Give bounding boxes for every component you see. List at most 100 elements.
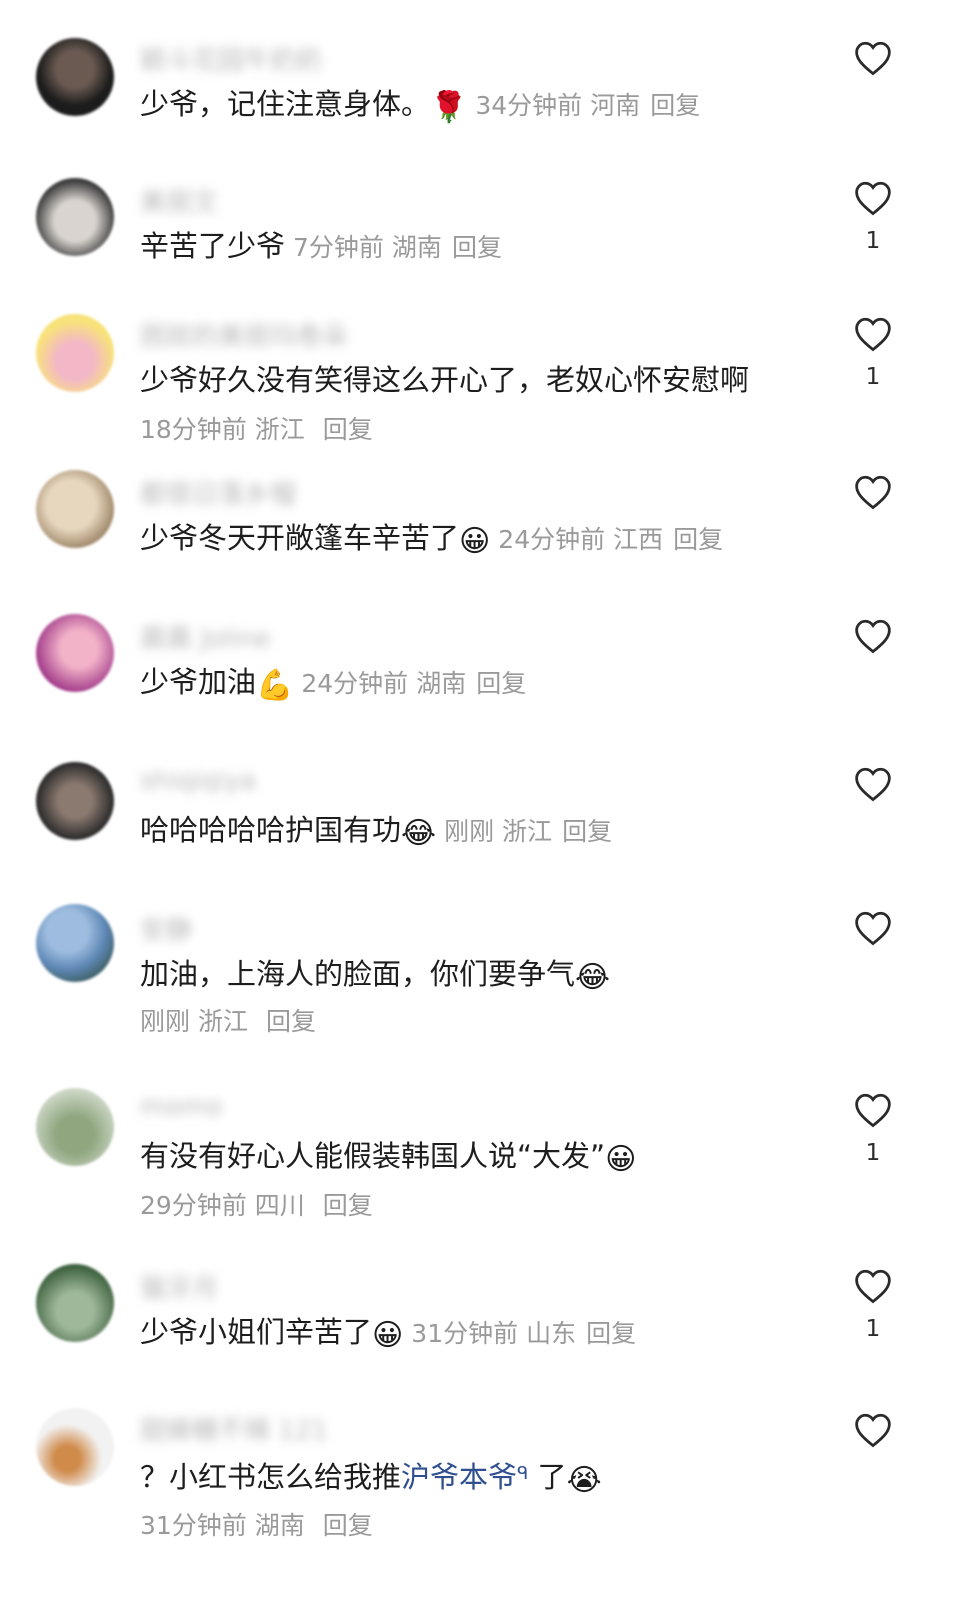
comment-body: 少爷冬天开敞篷车辛苦了 — [140, 521, 460, 555]
comment-username[interactable]: 安静 — [140, 910, 192, 947]
avatar[interactable] — [36, 1264, 114, 1342]
avatar[interactable] — [36, 762, 114, 840]
avatar[interactable] — [36, 470, 114, 548]
smile-emoji-icon: 😀 — [605, 1142, 637, 1177]
comment-body: 加油，上海人的脸面，你们要争气 — [140, 957, 576, 991]
avatar[interactable] — [36, 1408, 114, 1486]
comment-username[interactable]: 晨晨 Joline — [140, 618, 271, 655]
comment-username[interactable]: shiqiqiya — [140, 766, 256, 796]
comment-text: 少爷好久没有笑得这么开心了，老奴心怀安慰啊 — [140, 360, 749, 400]
reply-button[interactable]: 回复 — [323, 1511, 373, 1540]
reply-button[interactable]: 回复 — [476, 669, 526, 698]
like-count: 1 — [865, 1140, 881, 1166]
comment-username[interactable]: 都很日落乡榴 — [140, 474, 296, 511]
comment-location: 江西 — [613, 525, 664, 554]
comment-location: 河南 — [590, 91, 641, 120]
comment-body: 少爷加油 — [140, 665, 257, 699]
comment-body: 辛苦了少爷 — [140, 229, 286, 263]
comment-meta: 刚刚 浙江 回复 — [140, 1004, 316, 1040]
smile-emoji-icon: 😀 — [372, 1318, 404, 1353]
comment-body: ？小红书怎么给我推 — [140, 1460, 402, 1494]
like-button[interactable]: 1 — [852, 1268, 894, 1342]
search-link-icon[interactable]: ᑫ — [517, 1463, 528, 1484]
like-button[interactable] — [852, 474, 894, 522]
reply-button[interactable]: 回复 — [673, 525, 723, 554]
comment-meta: 31分钟前 湖南 回复 — [140, 1508, 373, 1544]
comment-time: 刚刚 — [140, 1007, 191, 1036]
comment-time: 7分钟前 — [293, 233, 384, 262]
heart-icon — [855, 317, 891, 352]
comment-text: 少爷冬天开敞篷车辛苦了😀 24分钟前 江西 回复 — [140, 518, 723, 562]
heart-icon — [855, 181, 891, 216]
comment-username[interactable]: momo — [140, 1092, 222, 1122]
reply-button[interactable]: 回复 — [586, 1319, 636, 1348]
like-count: 1 — [865, 228, 881, 254]
like-button[interactable] — [852, 910, 894, 958]
comment-text: 少爷加油💪 24分钟前 湖南 回复 — [140, 662, 526, 706]
smile-emoji-icon: 😀 — [459, 524, 491, 559]
comment-username[interactable]: 猫牙月 — [140, 1268, 218, 1305]
comment-body-suffix: 了 — [528, 1460, 567, 1494]
like-button[interactable] — [852, 618, 894, 666]
comment-location: 湖南 — [254, 1511, 305, 1540]
comment-body: 少爷小姐们辛苦了 — [140, 1315, 373, 1349]
reply-button[interactable]: 回复 — [323, 415, 373, 444]
reply-button[interactable]: 回复 — [452, 233, 502, 262]
comment-time: 29分钟前 — [140, 1191, 247, 1220]
heart-icon — [855, 1413, 891, 1448]
like-button[interactable] — [852, 1412, 894, 1460]
comment-text: 有没有好心人能假装韩国人说“大发”😀 — [140, 1136, 636, 1180]
comment-text: 少爷小姐们辛苦了😀 31分钟前 山东 回复 — [140, 1312, 636, 1356]
like-count: 1 — [865, 364, 881, 390]
comment-username[interactable]: 颖斗花园牛奶奶 — [140, 40, 322, 77]
laugh-cry-emoji-icon: 😂 — [575, 960, 611, 995]
comment-location: 浙江 — [502, 817, 553, 846]
comment-meta: 18分钟前 浙江 回复 — [140, 412, 373, 448]
crying-emoji-icon: 😭 — [566, 1463, 602, 1498]
rose-emoji-icon: 🌹 — [430, 90, 468, 125]
avatar[interactable] — [36, 904, 114, 982]
heart-icon — [855, 1269, 891, 1304]
comment-username[interactable]: 甜蜂糖不辣 121 — [140, 1410, 328, 1447]
laugh-cry-emoji-icon: 😂 — [401, 816, 437, 851]
comment-meta: 29分钟前 四川 回复 — [140, 1188, 373, 1224]
like-button[interactable]: 1 — [852, 316, 894, 390]
reply-button[interactable]: 回复 — [323, 1191, 373, 1220]
heart-icon — [855, 41, 891, 76]
comment-body: 少爷好久没有笑得这么开心了，老奴心怀安慰啊 — [140, 363, 750, 397]
avatar[interactable] — [36, 38, 114, 116]
avatar[interactable] — [36, 314, 114, 392]
avatar[interactable] — [36, 178, 114, 256]
reply-button[interactable]: 回复 — [562, 817, 612, 846]
muscle-emoji-icon: 💪 — [256, 668, 294, 703]
like-button[interactable] — [852, 766, 894, 814]
topic-link[interactable]: 沪爷本爷 — [401, 1460, 517, 1494]
like-button[interactable]: 1 — [852, 180, 894, 254]
comment-time: 31分钟前 — [140, 1511, 247, 1540]
comment-location: 湖南 — [416, 669, 467, 698]
comment-time: 34分钟前 — [475, 91, 583, 120]
like-button[interactable] — [852, 40, 894, 88]
comment-text: 哈哈哈哈哈护国有功😂 刚刚 浙江 回复 — [140, 810, 612, 854]
comment-text: ？小红书怎么给我推沪爷本爷ᑫ 了😭 — [140, 1454, 602, 1501]
comment-body: 少爷，记住注意身体。 — [140, 87, 431, 121]
heart-icon — [855, 475, 891, 510]
comment-location: 湖南 — [391, 233, 442, 262]
reply-button[interactable]: 回复 — [650, 91, 700, 120]
comment-location: 浙江 — [254, 415, 305, 444]
like-count: 1 — [865, 1316, 881, 1342]
comment-location: 浙江 — [197, 1007, 248, 1036]
comment-time: 刚刚 — [444, 817, 495, 846]
avatar[interactable] — [36, 614, 114, 692]
avatar[interactable] — [36, 1088, 114, 1166]
heart-icon — [855, 619, 891, 654]
like-button[interactable]: 1 — [852, 1092, 894, 1166]
comment-body: 有没有好心人能假装韩国人说“大发” — [140, 1139, 606, 1173]
heart-icon — [855, 1093, 891, 1128]
comment-username[interactable]: 美丽文 — [140, 182, 218, 219]
comment-username[interactable]: 困就的美丽玛卷朵 — [140, 316, 348, 353]
comment-text: 加油，上海人的脸面，你们要争气😂 — [140, 954, 610, 998]
heart-icon — [855, 911, 891, 946]
comment-time: 24分钟前 — [301, 669, 409, 698]
reply-button[interactable]: 回复 — [266, 1007, 316, 1036]
